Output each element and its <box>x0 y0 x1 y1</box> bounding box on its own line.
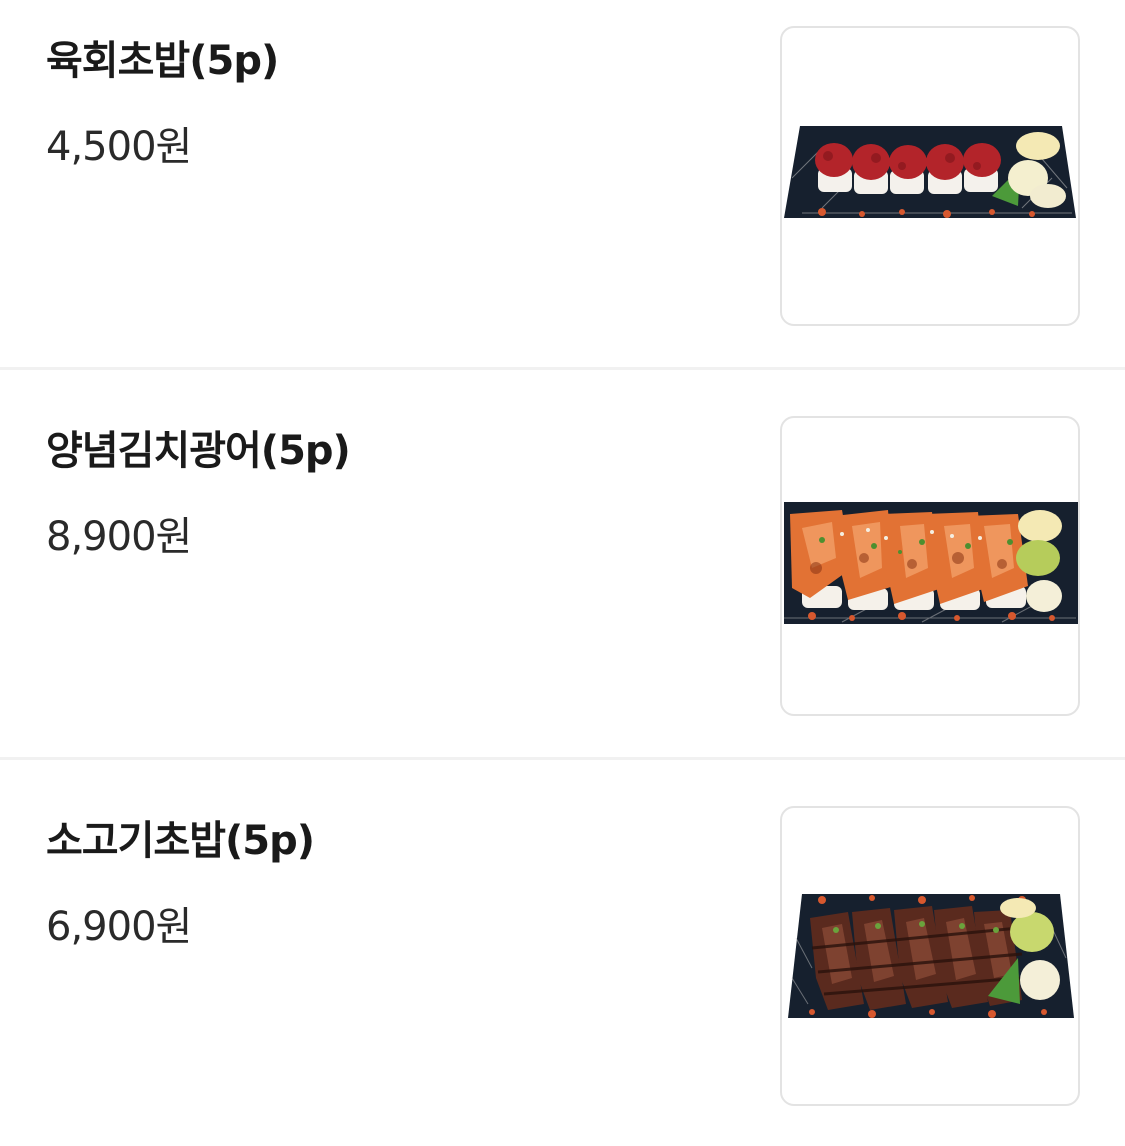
menu-item-name: 소고기초밥(5p) <box>46 818 315 864</box>
menu-item-thumbnail[interactable] <box>780 26 1080 326</box>
divider <box>0 757 1125 760</box>
menu-item-name: 육회초밥(5p) <box>46 38 279 84</box>
menu-item-price: 8,900원 <box>46 514 192 560</box>
menu-item-yukhoe-sushi[interactable]: 육회초밥(5p) 4,500원 <box>0 0 1125 366</box>
kimchi-flatfish-sushi-photo-icon <box>784 502 1078 624</box>
beef-sushi-photo-icon <box>788 894 1074 1018</box>
menu-item-thumbnail[interactable] <box>780 416 1080 716</box>
menu-item-price: 6,900원 <box>46 904 192 950</box>
menu-item-beef-sushi[interactable]: 소고기초밥(5p) 6,900원 <box>0 780 1125 1146</box>
menu-list: 육회초밥(5p) 4,500원 양념김치광어(5p) 8,900원 소고기초밥(… <box>0 0 1125 1123</box>
menu-item-thumbnail[interactable] <box>780 806 1080 1106</box>
menu-item-name: 양념김치광어(5p) <box>46 428 351 474</box>
menu-item-kimchi-flatfish-sushi[interactable]: 양념김치광어(5p) 8,900원 <box>0 390 1125 756</box>
yukhoe-sushi-photo-icon <box>784 126 1076 218</box>
divider <box>0 367 1125 370</box>
menu-item-price: 4,500원 <box>46 124 192 170</box>
